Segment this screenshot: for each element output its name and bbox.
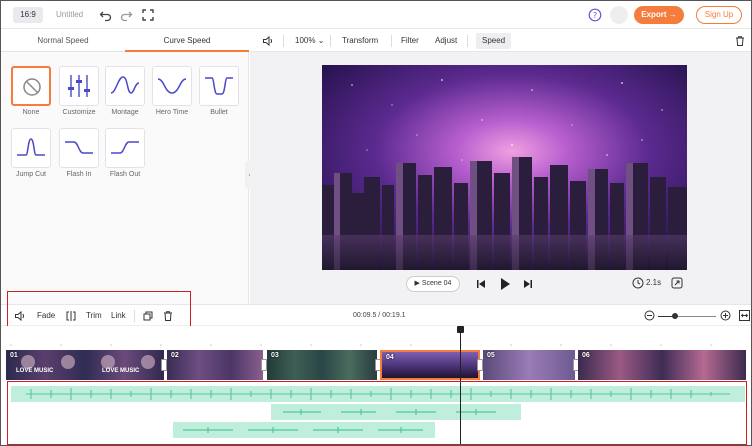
project-title[interactable]: Untitled [56, 10, 83, 19]
tool-filter[interactable]: Filter [401, 30, 419, 52]
aspect-ratio-button[interactable]: 16:9 [13, 7, 43, 23]
app-window: 16:9 Untitled ? Export → Sign Up Normal … [0, 0, 752, 446]
curve-customize[interactable]: Customize [59, 66, 99, 116]
highlight-box-tools [7, 291, 191, 329]
curve-montage[interactable]: Montage [105, 66, 145, 116]
clip-thumbnails [21, 355, 155, 369]
curve-none[interactable]: None [11, 66, 51, 116]
skip-next-icon[interactable] [523, 279, 533, 289]
fit-width-icon[interactable] [739, 310, 750, 321]
tool-transform[interactable]: Transform [342, 30, 378, 52]
speed-panel: Normal Speed Curve Speed None Customize [1, 30, 255, 304]
curve-jump-cut[interactable]: Jump Cut [11, 128, 51, 178]
skip-previous-icon[interactable] [476, 279, 486, 289]
curve-flash-out[interactable]: Flash Out [105, 128, 145, 178]
highlight-box-audio [7, 381, 747, 445]
curve-hero-time[interactable]: Hero Time [152, 66, 192, 116]
redo-icon[interactable] [119, 8, 133, 22]
undo-icon[interactable] [99, 8, 113, 22]
clip-number: 06 [582, 352, 590, 359]
video-clip-02[interactable]: 02 [167, 350, 263, 380]
divider [391, 35, 392, 47]
scene-label: Scene 04 [421, 280, 452, 287]
fit-screen-icon[interactable] [671, 277, 683, 289]
none-icon [23, 78, 41, 96]
time-ruler [10, 344, 712, 346]
curve-label: Flash Out [109, 171, 141, 178]
curve-label: Bullet [210, 109, 228, 116]
export-label: Export [641, 10, 667, 19]
sliders-icon [68, 75, 90, 97]
video-preview[interactable] [322, 65, 687, 270]
chevron-down-icon: ⌄ [317, 36, 325, 45]
divider [330, 35, 331, 47]
video-clip-04[interactable]: 04 [380, 350, 480, 380]
speed-tabs: Normal Speed Curve Speed [1, 30, 249, 52]
trash-icon[interactable] [734, 35, 746, 47]
clip-number: 01 [10, 352, 18, 359]
curve-thumb[interactable] [59, 128, 99, 168]
hero-time-curve-icon [157, 78, 187, 94]
curve-thumb[interactable] [152, 66, 192, 106]
play-icon[interactable] [499, 277, 511, 291]
zoom-value: 100% [295, 36, 316, 45]
curve-bullet[interactable]: Bullet [199, 66, 239, 116]
tab-curve-speed[interactable]: Curve Speed [125, 30, 249, 52]
curve-thumb[interactable] [11, 128, 51, 168]
city-night-image [322, 65, 687, 270]
clip-caption: LOVE MUSIC [16, 368, 54, 374]
curve-thumb[interactable] [59, 66, 99, 106]
flash-in-curve-icon [65, 141, 93, 154]
video-clip-06[interactable]: 06 [578, 350, 746, 380]
video-clip-03[interactable]: 03 [267, 350, 377, 380]
curve-thumb[interactable] [11, 66, 51, 106]
tool-adjust[interactable]: Adjust [435, 30, 457, 52]
volume-icon[interactable] [262, 35, 274, 47]
svg-text:?: ? [593, 11, 597, 20]
edit-toolbar: 100% ⌄ Transform Filter Adjust Speed [250, 30, 751, 52]
bullet-curve-icon [205, 77, 233, 95]
zoom-in-icon[interactable] [720, 310, 731, 321]
preview-area: ▶ Scene 04 2.1s [250, 52, 751, 304]
zoom-out-icon[interactable] [644, 310, 655, 321]
clip-number: 02 [171, 352, 179, 359]
clock-icon [632, 277, 644, 289]
divider [467, 35, 468, 47]
clip-caption: LOVE MUSIC [102, 368, 140, 374]
curve-thumb[interactable] [105, 128, 145, 168]
curve-flash-in[interactable]: Flash In [59, 128, 99, 178]
player-controls: ▶ Scene 04 2.1s [250, 272, 751, 296]
scene-button[interactable]: ▶ Scene 04 [406, 276, 460, 292]
avatar[interactable] [610, 6, 628, 24]
export-button[interactable]: Export → [634, 6, 684, 24]
clip-number: 05 [487, 352, 495, 359]
top-bar: 16:9 Untitled ? Export → Sign Up [1, 1, 751, 29]
scene-duration: 2.1s [646, 278, 662, 287]
video-clip-05[interactable]: 05 [483, 350, 575, 380]
flash-out-curve-icon [111, 141, 139, 154]
timecode: 00:09.5 / 00:19.1 [353, 312, 406, 319]
tool-speed[interactable]: Speed [476, 33, 512, 49]
divider [283, 35, 284, 47]
video-clip-01[interactable]: 01 LOVE MUSIC LOVE MUSIC [6, 350, 164, 380]
signup-button[interactable]: Sign Up [696, 6, 742, 24]
zoom-slider-handle[interactable] [672, 313, 679, 319]
montage-curve-icon [110, 76, 140, 94]
jump-cut-curve-icon [17, 138, 45, 156]
zoom-dropdown[interactable]: 100% ⌄ [295, 30, 324, 52]
play-small-icon: ▶ [414, 280, 420, 287]
curve-thumb[interactable] [199, 66, 239, 106]
clip-number: 03 [271, 352, 279, 359]
curve-thumb[interactable] [105, 66, 145, 106]
fullscreen-icon[interactable] [141, 8, 155, 22]
tab-normal-speed[interactable]: Normal Speed [1, 30, 125, 52]
help-icon[interactable]: ? [588, 8, 602, 22]
arrow-right-icon: → [668, 10, 677, 19]
clip-number: 04 [386, 354, 394, 361]
